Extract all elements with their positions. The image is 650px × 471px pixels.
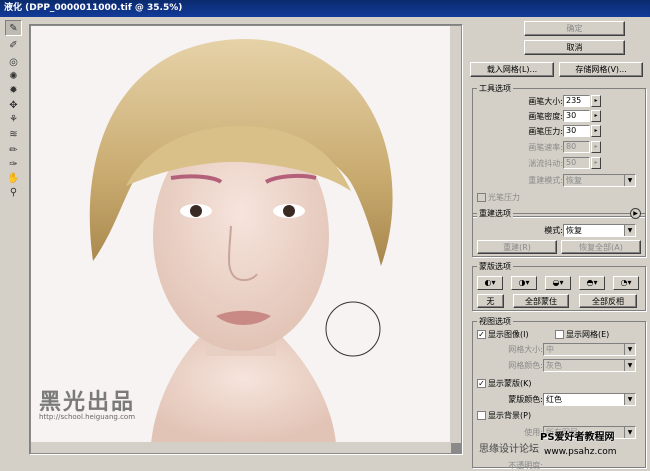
turbulent-jitter-label: 湍流抖动: xyxy=(528,159,563,168)
view-options-title: 视图选项 xyxy=(477,317,513,326)
brush-density-label: 画笔密度: xyxy=(528,112,563,121)
ok-button[interactable]: 确定 xyxy=(524,21,625,36)
restore-all-button[interactable]: 恢复全部(A) xyxy=(561,240,641,254)
replace-selection-icon[interactable]: ◐▾ xyxy=(477,276,503,290)
chevron-down-icon: ▼ xyxy=(624,225,635,236)
vertical-scrollbar[interactable] xyxy=(450,26,461,443)
brush-density-arrow-icon[interactable]: ▸ xyxy=(591,110,601,122)
show-mask-label: 显示蒙版(K) xyxy=(488,379,532,388)
show-mesh-checkbox[interactable] xyxy=(555,330,564,339)
reconstruct-options-title: 重建选项 xyxy=(477,209,513,218)
reconstruct-button[interactable]: 重建(R) xyxy=(477,240,557,254)
tool-options-title: 工具选项 xyxy=(477,84,513,93)
mirror-tool-icon[interactable]: ⚘ xyxy=(5,111,22,127)
stylus-pressure-label: 光笔压力 xyxy=(488,193,520,202)
brand-url: http://school.heiguang.com xyxy=(39,413,136,421)
chevron-down-icon: ▼ xyxy=(624,344,635,355)
portrait-image xyxy=(31,26,451,443)
mask-options-title: 蒙版选项 xyxy=(477,262,513,271)
subtract-from-selection-icon[interactable]: ◒▾ xyxy=(545,276,571,290)
use-label: 使用: xyxy=(524,428,543,437)
reconstruct-mode-value-2: 恢复 xyxy=(566,226,582,235)
brush-rate-arrow-icon[interactable]: ▸ xyxy=(591,141,601,153)
opacity-label: 不透明度: xyxy=(508,461,543,470)
preview-image[interactable]: 黑光出品 http://school.heiguang.com xyxy=(31,26,451,443)
mesh-color-select[interactable]: 灰色 ▼ xyxy=(543,359,636,372)
brush-rate-label: 画笔速率: xyxy=(528,143,563,152)
chevron-down-icon: ▼ xyxy=(624,394,635,405)
show-image-checkbox[interactable]: ✓ xyxy=(477,330,486,339)
brush-pressure-input[interactable]: 30 xyxy=(563,125,590,137)
mask-options-group: 蒙版选项 ◐▾ ◑▾ ◒▾ ◓▾ ◔▾ 无 全部蒙住 全部反相 xyxy=(472,262,646,311)
mesh-color-value: 灰色 xyxy=(546,361,562,370)
chevron-down-icon: ▼ xyxy=(624,427,635,438)
brush-size-label: 画笔大小: xyxy=(528,97,563,106)
brush-pressure-arrow-icon[interactable]: ▸ xyxy=(591,125,601,137)
options-panel: 确定 取消 载入网格(L)... 存储网格(V)... 工具选项 画笔大小: 2… xyxy=(466,17,650,470)
reconstruct-mode-label-2: 模式: xyxy=(544,226,563,235)
bloat-tool-icon[interactable]: ✹ xyxy=(5,82,22,98)
cancel-button[interactable]: 取消 xyxy=(524,40,625,55)
reconstruct-mode-label: 重建模式: xyxy=(528,176,563,185)
mask-color-label: 蒙版颜色: xyxy=(508,395,543,404)
brand-watermark: 黑光出品 xyxy=(39,390,136,415)
chevron-down-icon: ▼ xyxy=(624,175,635,186)
warp-tool-icon[interactable]: ✎ xyxy=(5,20,22,36)
mask-none-button[interactable]: 无 xyxy=(477,294,504,308)
show-mask-checkbox[interactable]: ✓ xyxy=(477,379,486,388)
mask-color-select[interactable]: 红色 ▼ xyxy=(543,393,636,406)
intersect-selection-icon[interactable]: ◓▾ xyxy=(579,276,605,290)
mesh-size-label: 网格大小: xyxy=(508,345,543,354)
mask-all-button[interactable]: 全部蒙住 xyxy=(513,294,569,308)
brush-rate-input[interactable]: 80 xyxy=(563,141,590,153)
turbulent-jitter-arrow-icon[interactable]: ▸ xyxy=(591,157,601,169)
invert-all-button[interactable]: 全部反相 xyxy=(579,294,637,308)
show-backdrop-checkbox[interactable] xyxy=(477,411,486,420)
show-backdrop-label: 显示背景(P) xyxy=(488,411,532,420)
mesh-color-label: 网格颜色: xyxy=(508,361,543,370)
reconstruct-options-group: 重建选项 ▶ 模式: 恢复 ▼ 重建(R) 恢复全部(A) xyxy=(472,208,646,257)
brush-density-input[interactable]: 30 xyxy=(563,110,590,122)
mesh-size-select[interactable]: 中 ▼ xyxy=(543,343,636,356)
zoom-tool-icon[interactable]: ⚲ xyxy=(5,184,22,200)
site-watermark-url: www.psahz.com xyxy=(544,447,617,457)
add-to-selection-icon[interactable]: ◑▾ xyxy=(511,276,537,290)
reconstruct-tool-icon[interactable]: ✐ xyxy=(5,37,22,53)
show-mesh-label: 显示网格(E) xyxy=(566,330,610,339)
site-watermark-title: PS爱好者教程网 xyxy=(540,432,615,443)
load-mesh-button[interactable]: 载入网格(L)... xyxy=(470,62,554,77)
mesh-size-value: 中 xyxy=(546,345,554,354)
site-watermark-left: 思缘设计论坛 xyxy=(479,444,539,455)
chevron-down-icon: ▼ xyxy=(624,360,635,371)
show-image-label: 显示图像(I) xyxy=(488,330,529,339)
save-mesh-button[interactable]: 存储网格(V)... xyxy=(559,62,643,77)
brush-pressure-label: 画笔压力: xyxy=(528,127,563,136)
horizontal-scrollbar[interactable] xyxy=(31,442,451,453)
turbulent-jitter-input[interactable]: 50 xyxy=(563,157,590,169)
toolbar: ✎ ✐ ◎ ✺ ✹ ✥ ⚘ ≋ ✏ ✑ ✋ ⚲ xyxy=(4,20,24,198)
reconstruct-mode-select-2[interactable]: 恢复 ▼ xyxy=(563,224,636,237)
window-title: 液化 (DPP_0000011000.tif @ 35.5%) xyxy=(0,0,650,17)
turbulence-tool-icon[interactable]: ≋ xyxy=(5,126,22,142)
panel-menu-arrow-icon[interactable]: ▶ xyxy=(630,208,641,219)
brush-size-arrow-icon[interactable]: ▸ xyxy=(591,95,601,107)
tool-options-group: 工具选项 画笔大小: 235 ▸ 画笔密度: 30 ▸ 画笔压力: 30 ▸ 画… xyxy=(472,84,646,217)
reconstruct-mode-select[interactable]: 恢复 ▼ xyxy=(563,174,636,187)
invert-selection-icon[interactable]: ◔▾ xyxy=(613,276,639,290)
brush-size-input[interactable]: 235 xyxy=(563,95,590,107)
stylus-pressure-checkbox[interactable] xyxy=(477,193,486,202)
preview-canvas[interactable]: 黑光出品 http://school.heiguang.com xyxy=(29,24,463,455)
reconstruct-mode-value: 恢复 xyxy=(566,176,582,185)
mask-color-value: 红色 xyxy=(546,395,562,404)
